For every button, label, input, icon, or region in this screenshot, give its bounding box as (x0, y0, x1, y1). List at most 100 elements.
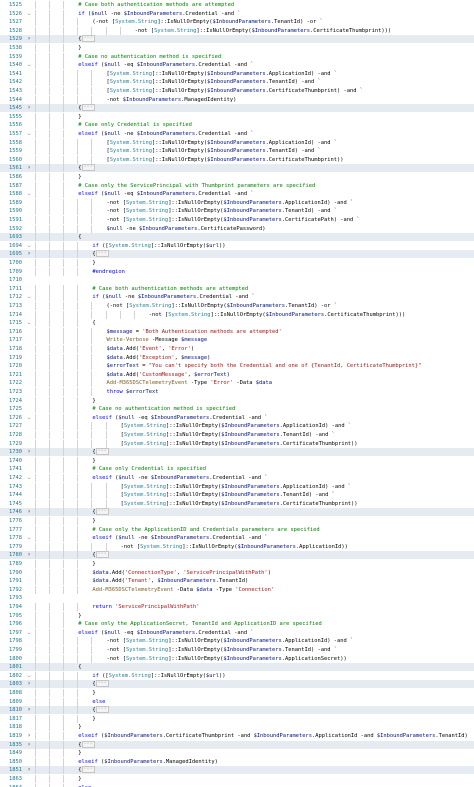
fold-collapsed-icon[interactable]: › (25, 766, 33, 774)
fold-collapsed-icon[interactable]: › (25, 448, 33, 456)
code-line[interactable]: 1526 ⌵ if ($null -ne $InboundParameters.Cr… (0, 9, 474, 18)
code-line[interactable]: 1777 # Case only the ApplicationID and Cr… (0, 525, 474, 534)
fold-collapsed-icon[interactable]: › (25, 706, 33, 714)
code-line[interactable]: 1801 { (0, 663, 474, 672)
code-line[interactable]: 1808} (0, 689, 474, 697)
fold-collapsed-icon[interactable]: › (25, 164, 33, 172)
folded-region-marker[interactable]: ··· (81, 104, 95, 112)
fold-expanded-icon[interactable]: ⌵ (25, 474, 33, 482)
code-line[interactable]: 1718 $data.Add('Event', 'Error') (0, 345, 474, 353)
fold-expanded-icon[interactable]: ⌵ (25, 10, 33, 18)
code-line[interactable]: 1741 # Case only Credential is specified (0, 465, 474, 474)
fold-expanded-icon[interactable]: ⌵ (25, 130, 33, 138)
code-line[interactable]: 1798 -not [System.String]::IsNullOrEmpty(… (0, 637, 474, 646)
fold-expanded-icon[interactable]: ⌵ (25, 672, 33, 680)
code-line[interactable]: 1559 [System.String]::IsNullOrEmpty($Inbo… (0, 147, 474, 156)
code-line[interactable]: 1710 (0, 276, 474, 284)
code-line[interactable]: 1588 ⌵ elseif ($null -eq $InboundParameter… (0, 190, 474, 199)
code-line[interactable]: 1793 (0, 594, 474, 602)
code-line[interactable]: 1742 ⌵ elseif ($null -ne $InboundParameter… (0, 474, 474, 482)
code-line[interactable]: 1796 # Case only the ApplicationSecret, T… (0, 620, 474, 629)
code-line[interactable]: 1558 [System.String]::IsNullOrEmpty($Inbo… (0, 138, 474, 147)
code-line[interactable]: 1694 ⌵ if ([System.String]::IsNullOrEmpty(… (0, 241, 474, 250)
folded-region-marker[interactable]: ··· (81, 766, 95, 774)
code-line[interactable]: 1591 -not [System.String]::IsNullOrEmpty(… (0, 216, 474, 224)
code-line[interactable]: 1695 › {··· (0, 250, 474, 259)
code-line[interactable]: 1545 › {··· (0, 104, 474, 113)
code-line[interactable]: 1850 elseif ($InboundParameters.ManagedId… (0, 757, 474, 766)
code-line[interactable]: 1555} (0, 112, 474, 121)
code-line[interactable]: 1539 # Case no authentication method is s… (0, 52, 474, 61)
code-line[interactable]: 1720 $errorText = "You can't specify both… (0, 362, 474, 371)
code-line[interactable]: 1557 ⌵ elseif ($null -ne $InboundParameter… (0, 130, 474, 138)
code-line[interactable]: 1776} (0, 517, 474, 525)
fold-collapsed-icon[interactable]: › (25, 732, 33, 740)
code-line[interactable]: 1730 › {··· (0, 448, 474, 457)
code-line[interactable]: 1819 › elseif ($InboundParameters.Certific… (0, 732, 474, 740)
code-line[interactable]: 1792 Add-M365DSCTelemetryEvent -Data $dat… (0, 585, 474, 594)
code-line[interactable]: 1723 throw $errorText (0, 388, 474, 396)
code-line[interactable]: 1726 ⌵ elseif ($null -eq $InboundParameter… (0, 413, 474, 422)
fold-expanded-icon[interactable]: ⌵ (25, 242, 33, 250)
folded-region-marker[interactable]: ··· (95, 680, 109, 688)
code-line[interactable]: 1790 $data.Add('ConnectionType', 'Service… (0, 568, 474, 577)
fold-expanded-icon[interactable]: ⌵ (25, 190, 33, 198)
code-line[interactable]: 1797 ⌵ elseif ($null -eq $InboundParameter… (0, 628, 474, 637)
code-line[interactable]: 1743 [System.String]::IsNullOrEmpty($Inbo… (0, 482, 474, 491)
fold-collapsed-icon[interactable]: › (25, 680, 33, 688)
code-line[interactable]: 1780 › {··· (0, 551, 474, 560)
code-line[interactable]: 1791 $data.Add('Tenant', $InboundParamete… (0, 577, 474, 586)
code-line[interactable]: 1809 else (0, 697, 474, 706)
folded-region-marker[interactable]: ··· (81, 740, 95, 748)
folded-region-marker[interactable]: ··· (95, 250, 109, 258)
code-line[interactable]: 1724} (0, 396, 474, 405)
code-line[interactable]: 1714 -not [System.String]::IsNullOrEmpty(… (0, 310, 474, 319)
folded-region-marker[interactable]: ··· (95, 706, 109, 714)
code-line[interactable]: 1542 [System.String]::IsNullOrEmpty($Inbo… (0, 78, 474, 87)
code-line[interactable]: 1717 Write-Verbose -Message $message (0, 336, 474, 345)
code-line[interactable]: 1711 # Case both authentication methods a… (0, 284, 474, 293)
code-editor[interactable]: 1525 # Case both authentication methods a… (0, 0, 474, 787)
code-line[interactable]: 1527 (-not [System.String]::IsNullOrEmpty… (0, 18, 474, 27)
code-line[interactable]: 1586} (0, 173, 474, 181)
fold-expanded-icon[interactable]: ⌵ (25, 534, 33, 542)
code-line[interactable]: 1729 [System.String]::IsNullOrEmpty($Inbo… (0, 439, 474, 448)
code-line[interactable]: 1592 $null -ne $InboundParameters.Certifi… (0, 224, 474, 233)
code-line[interactable]: 1794 return 'ServicePrincipalWithPath' (0, 603, 474, 611)
code-line[interactable]: 1727 [System.String]::IsNullOrEmpty($Inbo… (0, 422, 474, 431)
fold-collapsed-icon[interactable]: › (25, 104, 33, 112)
code-line[interactable]: 1728 [System.String]::IsNullOrEmpty($Inbo… (0, 431, 474, 439)
folded-region-marker[interactable]: ··· (95, 508, 109, 516)
code-line[interactable]: 1778 ⌵ elseif ($null -ne $InboundParameter… (0, 534, 474, 543)
fold-expanded-icon[interactable]: ⌵ (25, 629, 33, 637)
code-line[interactable]: 1556 # Case only Credential is specified (0, 121, 474, 130)
code-line[interactable]: 1746 › {··· (0, 508, 474, 517)
fold-collapsed-icon[interactable]: › (25, 551, 33, 559)
code-line[interactable]: 1590 -not [System.String]::IsNullOrEmpty(… (0, 207, 474, 216)
code-line[interactable]: 1818} (0, 723, 474, 732)
code-line[interactable]: 1544 -not $InboundParameters.ManagedIdent… (0, 95, 474, 104)
code-line[interactable]: 1851 › {··· (0, 766, 474, 775)
code-line[interactable]: 1716 $message = 'Both Authentication meth… (0, 327, 474, 336)
code-line[interactable]: 1864 else (0, 783, 474, 787)
fold-expanded-icon[interactable]: ⌵ (25, 293, 33, 301)
code-line[interactable]: 1725 # Case no authentication method is s… (0, 405, 474, 414)
code-line[interactable]: 1528 -not [System.String]::IsNullOrEmpty(… (0, 26, 474, 35)
folded-region-marker[interactable]: ··· (81, 164, 95, 172)
code-line[interactable]: 1589 -not [System.String]::IsNullOrEmpty(… (0, 198, 474, 207)
code-line[interactable]: 1529 › {··· (0, 35, 474, 44)
code-line[interactable]: 1849} (0, 749, 474, 758)
code-line[interactable]: 1810 › {··· (0, 706, 474, 715)
code-line[interactable]: 1802 ⌵ if ([System.String]::IsNullOrEmpty(… (0, 671, 474, 680)
folded-region-marker[interactable]: ··· (81, 35, 95, 43)
code-line[interactable]: 1817} (0, 714, 474, 723)
code-line[interactable]: 1709 #endregion (0, 267, 474, 276)
code-line[interactable]: 1799 -not [System.String]::IsNullOrEmpty(… (0, 646, 474, 654)
code-line[interactable]: 1835 › {··· (0, 740, 474, 749)
code-line[interactable]: 1713 (-not [System.String]::IsNullOrEmpty… (0, 302, 474, 310)
code-line[interactable]: 1561 › {··· (0, 164, 474, 173)
code-line[interactable]: 1719 $data.Add('Exception', $message) (0, 353, 474, 362)
code-line[interactable]: 1722 Add-M365DSCTelemetryEvent -Type 'Err… (0, 379, 474, 388)
code-line[interactable]: 1779 -not [System.String]::IsNullOrEmpty(… (0, 542, 474, 551)
code-line[interactable]: 1863} (0, 775, 474, 783)
